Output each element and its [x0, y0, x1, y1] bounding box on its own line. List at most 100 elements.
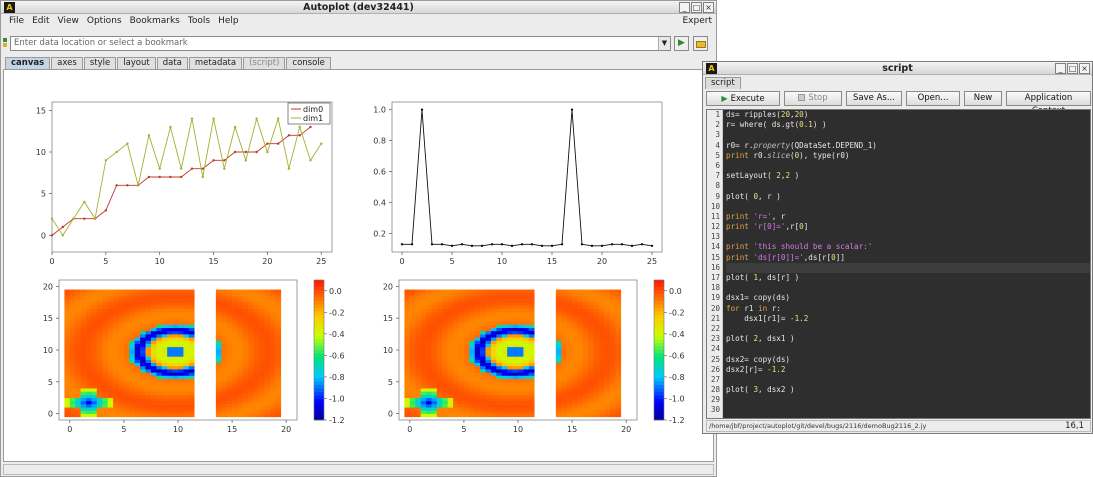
code-line[interactable]: plot( 3, dsx2 ) — [726, 385, 1090, 395]
code-line[interactable] — [726, 161, 1090, 171]
code-line[interactable] — [726, 130, 1090, 140]
menu-edit[interactable]: Edit — [28, 15, 53, 28]
heatmap-cell — [221, 305, 227, 309]
heatmap-cell — [188, 359, 195, 364]
menu-file[interactable]: File — [5, 15, 28, 28]
stop-button[interactable]: Stop — [784, 91, 842, 106]
code-line[interactable]: r= where( ds.gt(0.1) ) — [726, 120, 1090, 130]
heatmap-cell — [156, 334, 163, 338]
application-context-button[interactable]: Application Context — [1006, 91, 1091, 116]
code-line[interactable]: print 'r[0]=',r[0] — [726, 222, 1090, 232]
code-line[interactable]: plot( 2, dsx1 ) — [726, 334, 1090, 344]
minimize-icon[interactable]: _ — [679, 2, 690, 13]
plot-canvas[interactable]: 0 5 10 15 20 25 0 5 10 15 dim0 dim1 0 5 10 15 20 25 0.2 0.… — [3, 69, 714, 462]
tab-script[interactable]: (script) — [243, 57, 286, 69]
code-line[interactable] — [726, 344, 1090, 354]
menu-bookmarks[interactable]: Bookmarks — [126, 15, 184, 28]
heatmap-cell — [140, 299, 146, 303]
heatmap-cell — [582, 327, 589, 332]
code-line[interactable]: r0= r.property(QDataSet.DEPEND_1) — [726, 141, 1090, 151]
heatmap-cell — [253, 359, 260, 364]
code-line[interactable]: plot( 0, r ) — [726, 192, 1090, 202]
heatmap-cell — [431, 381, 438, 386]
plot-frame — [51, 101, 333, 253]
heatmap-cell — [447, 413, 454, 418]
code-line[interactable]: for r1 in r: — [726, 304, 1090, 314]
code-line[interactable]: setLayout( 2,2 ) — [726, 171, 1090, 181]
menu-view[interactable]: View — [54, 15, 83, 28]
tab-metadata[interactable]: metadata — [188, 57, 243, 69]
code-line[interactable] — [726, 262, 1090, 273]
heatmap-cell — [593, 302, 600, 306]
code-line[interactable] — [726, 395, 1090, 405]
chevron-down-icon[interactable]: ▼ — [658, 37, 670, 50]
code-line[interactable]: print r0.slice(0), type(r0) — [726, 151, 1090, 161]
x-tick-label: 10 — [173, 425, 183, 434]
spectrogram-plot-dsx1[interactable]: 0 5 10 15 2005101520 0.0-0.2-0.4-0.6-0.8-1.0-… — [24, 274, 364, 444]
code-line[interactable]: dsx2= copy(ds) — [726, 355, 1090, 365]
code-line[interactable] — [726, 283, 1090, 293]
colorbar-tick-label: -1.2 — [329, 416, 345, 425]
code-line[interactable] — [726, 232, 1090, 242]
maximize-icon[interactable]: □ — [1067, 63, 1078, 74]
code-line[interactable] — [726, 324, 1090, 334]
heatmap-cell — [463, 324, 470, 329]
play-icon[interactable]: ▶ — [674, 36, 689, 51]
code-line[interactable] — [726, 375, 1090, 385]
menu-options[interactable]: Options — [83, 15, 126, 28]
heatmap-cell — [490, 365, 497, 370]
heatmap-cell — [474, 321, 481, 325]
folder-icon[interactable] — [693, 36, 708, 51]
heatmap-cell — [474, 315, 481, 319]
heatmap-cell — [75, 327, 81, 332]
line-number: 12 — [710, 222, 720, 232]
line-plot-dims[interactable]: 0 5 10 15 20 25051015 dim0dim1 — [24, 94, 344, 274]
tab-data[interactable]: data — [156, 57, 188, 69]
new-button[interactable]: New — [964, 91, 1002, 106]
heatmap-cell — [507, 407, 513, 411]
code-line[interactable]: print 'ds[r[0]]=',ds[r[0]] — [726, 253, 1090, 263]
code-line[interactable]: plot( 1, ds[r] ) — [726, 273, 1090, 283]
open-button[interactable]: Open... — [906, 91, 960, 106]
code-line[interactable] — [726, 405, 1090, 415]
code-line[interactable]: print 'r=', r — [726, 212, 1090, 222]
menu-tools[interactable]: Tools — [184, 15, 214, 28]
code-line[interactable] — [726, 181, 1090, 191]
colorbar-segment — [314, 297, 324, 302]
code-line[interactable]: dsx2[r]= -1.2 — [726, 365, 1090, 375]
tab-layout[interactable]: layout — [117, 57, 156, 69]
minimize-icon[interactable]: _ — [1055, 63, 1066, 74]
code-line[interactable]: ds= ripples(20,20) — [726, 110, 1090, 120]
spectrogram-plot-dsx2[interactable]: 0 5 10 15 2005101520 0.0-0.2-0.4-0.6-0.8-1.0-… — [364, 274, 704, 444]
code-line[interactable]: dsx1= copy(ds) — [726, 293, 1090, 303]
script-editor[interactable]: 1 2 3 4 5 6 7 8 9 10 11 12 13 14 15 16 17 18 19 20 21 22 23 24 2… — [706, 109, 1091, 419]
tab-axes[interactable]: axes — [51, 57, 83, 69]
code-line[interactable]: print 'this should be a scalar:' — [726, 242, 1090, 252]
heatmap-cell — [156, 407, 163, 411]
heatmap-cell — [113, 388, 119, 392]
code-line[interactable]: dsx1[r1]= -1.2 — [726, 314, 1090, 324]
main-titlebar[interactable]: A Autoplot (dev32441) _ □ × — [1, 1, 716, 14]
tab-console[interactable]: console — [286, 57, 331, 69]
save-as-button[interactable]: Save As... — [846, 91, 902, 106]
script-titlebar[interactable]: A script _ □ × — [703, 62, 1092, 75]
close-icon[interactable]: × — [1079, 63, 1090, 74]
line-plot-values[interactable]: 0 5 10 15 20 250.20.40.60.81.0 — [364, 94, 674, 274]
tab-canvas[interactable]: canvas — [5, 57, 51, 69]
data-location-input[interactable]: Enter data location or select a bookmark — [10, 36, 671, 51]
heatmap-cell — [480, 327, 486, 332]
heatmap-cell — [566, 289, 573, 294]
heatmap-cell — [242, 302, 249, 306]
heatmap-cell — [259, 346, 265, 351]
close-icon[interactable]: × — [703, 2, 714, 13]
menu-help[interactable]: Help — [214, 15, 243, 28]
tab-style[interactable]: style — [83, 57, 117, 69]
execute-button[interactable]: ▶ Execute — [706, 91, 780, 106]
heatmap-cell — [156, 397, 163, 402]
code-area[interactable]: ds= ripples(20,20) r= where( ds.gt(0.1) )… — [726, 110, 1090, 416]
menu-expert[interactable]: Expert — [683, 15, 713, 28]
maximize-icon[interactable]: □ — [691, 2, 702, 13]
code-line[interactable] — [726, 202, 1090, 212]
tab-script-editor[interactable]: script — [705, 77, 741, 89]
heatmap-cell — [572, 302, 578, 306]
